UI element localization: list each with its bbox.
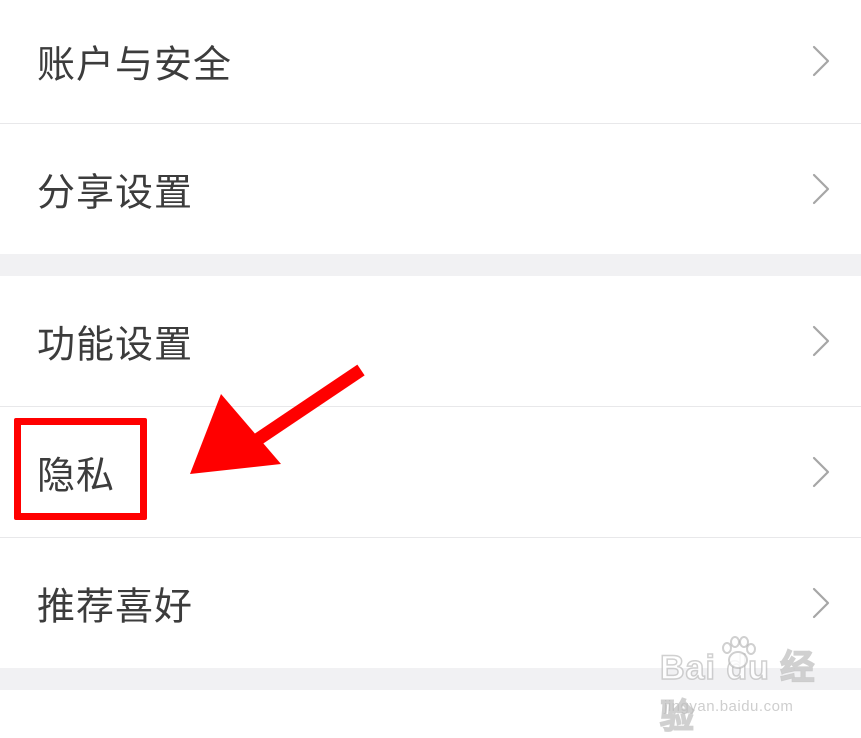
settings-item-label: 账户与安全 [37, 42, 233, 87]
settings-item-privacy[interactable]: 隐私 [0, 407, 861, 537]
settings-list: 账户与安全 分享设置 功能设置 隐私 推荐喜好 [0, 0, 861, 738]
settings-item-label: 功能设置 [37, 322, 194, 367]
chevron-right-icon [812, 587, 830, 619]
chevron-right-icon [812, 45, 830, 77]
chevron-right-icon [812, 456, 830, 488]
settings-item-label: 分享设置 [37, 170, 194, 215]
group-separator [0, 668, 861, 690]
settings-item-label: 隐私 [37, 453, 116, 498]
settings-item-account-security[interactable]: 账户与安全 [0, 0, 861, 122]
group-separator [0, 254, 861, 276]
settings-item-partial[interactable] [0, 690, 861, 738]
settings-item-function-settings[interactable]: 功能设置 [0, 276, 861, 406]
chevron-right-icon [812, 325, 830, 357]
settings-item-recommend-preferences[interactable]: 推荐喜好 [0, 538, 861, 668]
chevron-right-icon [812, 173, 830, 205]
settings-item-share-settings[interactable]: 分享设置 [0, 124, 861, 254]
settings-item-label: 推荐喜好 [37, 584, 194, 629]
